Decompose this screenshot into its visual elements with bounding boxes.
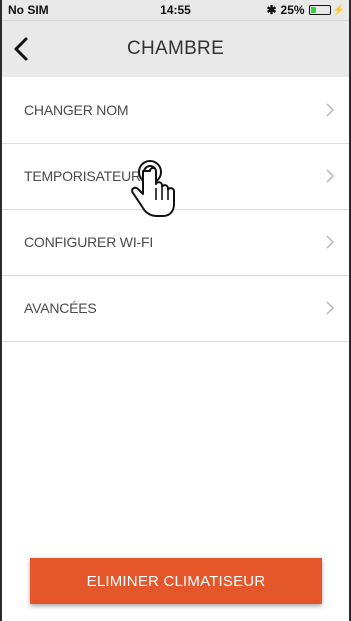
menu-item-label: AVANCÉES (24, 300, 97, 316)
chevron-right-icon (326, 235, 334, 249)
menu-item-temporisateur[interactable]: TEMPORISATEUR (2, 144, 349, 210)
delete-air-conditioner-button[interactable]: ELIMINER CLIMATISEUR (30, 558, 322, 604)
status-right-group: ✱ 25% ⚡ (266, 3, 345, 17)
menu-item-label: TEMPORISATEUR (24, 168, 141, 184)
menu-item-label: CONFIGURER WI-FI (24, 234, 154, 250)
battery-fill (310, 7, 316, 13)
status-bar: No SIM 14:55 ✱ 25% ⚡ (2, 0, 349, 21)
menu-item-avancees[interactable]: AVANCÉES (2, 276, 349, 342)
chevron-right-icon (326, 301, 334, 315)
charging-icon: ⚡ (332, 4, 345, 16)
settings-menu: CHANGER NOM TEMPORISATEUR CONFIGURER WI-… (2, 78, 349, 342)
menu-item-configurer-wifi[interactable]: CONFIGURER WI-FI (2, 210, 349, 276)
navigation-bar: CHAMBRE (2, 21, 349, 77)
chevron-right-icon (326, 169, 334, 183)
bluetooth-icon: ✱ (266, 3, 277, 17)
page-title: CHAMBRE (126, 38, 225, 59)
battery-icon (308, 5, 331, 15)
menu-item-changer-nom[interactable]: CHANGER NOM (2, 78, 349, 144)
app-screen: No SIM 14:55 ✱ 25% ⚡ CHAMBRE CHANGER NOM (0, 0, 351, 621)
chevron-right-icon (326, 103, 334, 117)
menu-item-label: CHANGER NOM (24, 102, 129, 118)
battery-percent: 25% (280, 3, 305, 17)
